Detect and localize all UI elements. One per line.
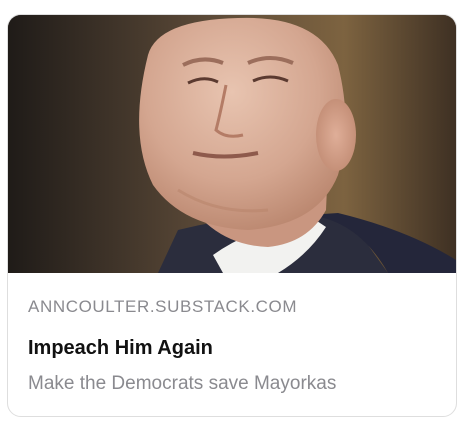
link-preview-card[interactable]: ANNCOULTER.SUBSTACK.COM Impeach Him Agai… [7,14,457,417]
link-title[interactable]: Impeach Him Again [28,337,213,360]
link-description: Make the Democrats save Mayorkas [28,373,337,394]
portrait-photo [8,15,456,273]
preview-image[interactable] [8,15,456,273]
link-domain: ANNCOULTER.SUBSTACK.COM [28,297,298,316]
